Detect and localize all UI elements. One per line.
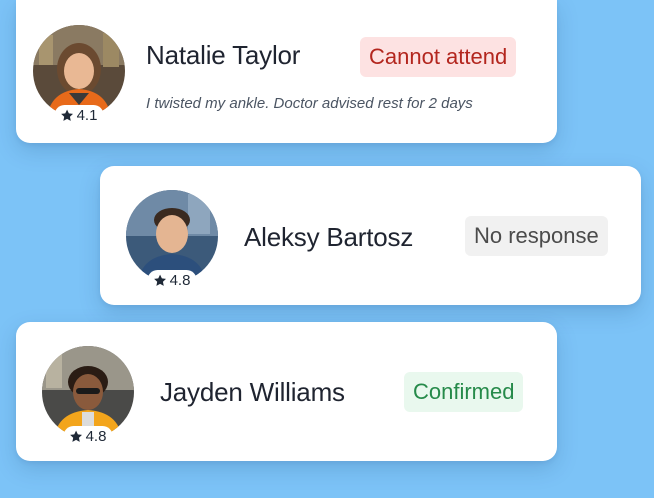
star-icon [61, 109, 74, 121]
rating-value: 4.8 [169, 272, 191, 289]
avatar: 4.8 [126, 190, 218, 290]
attendee-name: Aleksy Bartosz [244, 222, 414, 252]
status-badge: Cannot attend [360, 37, 517, 77]
avatar: 4.1 [33, 25, 125, 125]
status-badge: No response [465, 216, 608, 256]
rating-badge: 4.1 [54, 105, 104, 125]
avatar-photo [126, 190, 218, 282]
rating-value: 4.1 [76, 107, 98, 124]
attendee-note: I twisted my ankle. Doctor advised rest … [146, 95, 473, 112]
avatar-photo [33, 25, 125, 117]
attendee-name: Natalie Taylor [146, 40, 301, 70]
star-icon [154, 274, 167, 286]
rating-badge: 4.8 [147, 270, 197, 290]
avatar-photo [42, 346, 134, 438]
rating-badge: 4.8 [63, 426, 113, 446]
avatar: 4.8 [42, 346, 134, 446]
attendee-name: Jayden Williams [160, 377, 345, 407]
attendee-card[interactable]: 4.8 Jayden Williams Confirmed [16, 322, 557, 461]
star-icon [70, 430, 83, 442]
status-badge: Confirmed [404, 372, 524, 412]
attendee-card[interactable]: 4.8 Aleksy Bartosz No response [100, 166, 641, 305]
attendee-card[interactable]: 4.1 Natalie Taylor I twisted my ankle. D… [16, 0, 557, 143]
rating-value: 4.8 [85, 428, 107, 445]
